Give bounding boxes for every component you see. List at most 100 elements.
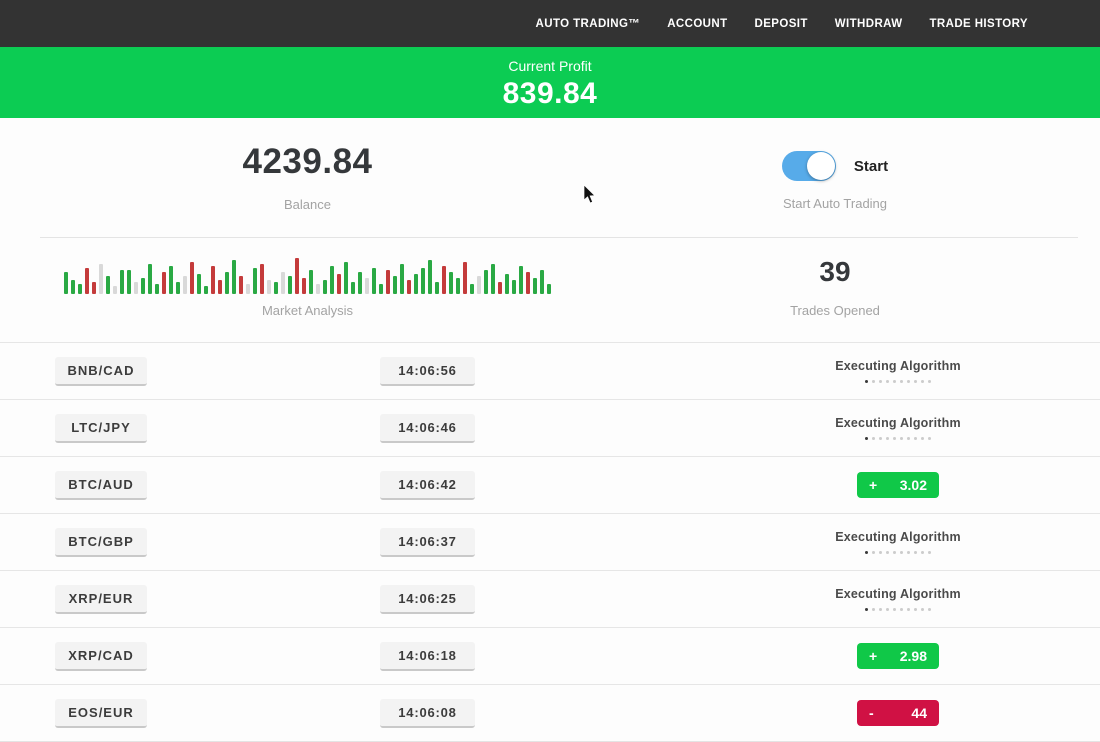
trades-opened-block: 39 Trades Opened: [700, 238, 970, 318]
chart-bar: [358, 272, 362, 294]
chart-bar: [78, 284, 82, 294]
progress-dot: [886, 380, 889, 383]
progress-dot: [900, 380, 903, 383]
chart-bar: [134, 282, 138, 294]
chart-bar: [456, 278, 460, 294]
progress-dot: [914, 380, 917, 383]
market-analysis-label: Market Analysis: [55, 303, 560, 318]
progress-dot: [921, 380, 924, 383]
chart-bar: [204, 286, 208, 294]
chart-bar: [470, 284, 474, 294]
status-cell: +3.02: [818, 457, 978, 513]
chart-bar: [442, 266, 446, 294]
chart-bar: [295, 258, 299, 294]
auto-trading-toggle[interactable]: [782, 151, 836, 181]
balance-block: 4239.84 Balance: [55, 118, 560, 212]
progress-dot: [893, 437, 896, 440]
result-value: 2.98: [900, 648, 927, 664]
progress-dot: [865, 380, 868, 383]
progress-dot: [914, 551, 917, 554]
chart-bar: [540, 270, 544, 294]
progress-dot: [865, 551, 868, 554]
progress-dot: [872, 551, 875, 554]
chart-bar: [302, 278, 306, 294]
chart-bar: [414, 274, 418, 294]
executing-algorithm-text: Executing Algorithm: [835, 416, 961, 430]
chart-bar: [477, 276, 481, 294]
pair-badge: BTC/AUD: [55, 471, 147, 500]
executing-algorithm-text: Executing Algorithm: [835, 530, 961, 544]
chart-bar: [92, 282, 96, 294]
time-badge: 14:06:46: [380, 414, 475, 443]
progress-dot: [879, 437, 882, 440]
progress-dot: [893, 608, 896, 611]
progress-dot: [872, 380, 875, 383]
executing-algorithm-text: Executing Algorithm: [835, 359, 961, 373]
time-badge: 14:06:18: [380, 642, 475, 671]
chart-bar: [211, 266, 215, 294]
progress-dot: [865, 608, 868, 611]
nav-item-auto-trading[interactable]: AUTO TRADING™: [536, 18, 641, 30]
auto-trading-block: Start Start Auto Trading: [700, 118, 970, 211]
table-row: XRP/CAD14:06:18+2.98: [0, 627, 1100, 684]
progress-dots: [865, 551, 931, 554]
chart-bar: [190, 262, 194, 294]
result-badge-profit: +2.98: [857, 643, 939, 669]
result-sign: +: [869, 477, 877, 493]
time-badge: 14:06:08: [380, 699, 475, 728]
progress-dot: [914, 608, 917, 611]
progress-dot: [921, 608, 924, 611]
chart-bar: [372, 268, 376, 294]
chart-bar: [407, 280, 411, 294]
status-cell: Executing Algorithm: [818, 571, 978, 627]
nav-item-withdraw[interactable]: WITHDRAW: [835, 18, 903, 30]
progress-dot: [928, 551, 931, 554]
executing-algorithm-text: Executing Algorithm: [835, 587, 961, 601]
nav-item-account[interactable]: ACCOUNT: [667, 18, 727, 30]
pair-badge: BTC/GBP: [55, 528, 147, 557]
chart-bar: [176, 282, 180, 294]
chart-bar: [183, 276, 187, 294]
chart-bar: [533, 278, 537, 294]
trades-table: BNB/CAD14:06:56Executing AlgorithmLTC/JP…: [0, 342, 1100, 742]
progress-dot: [879, 380, 882, 383]
chart-bar: [260, 264, 264, 294]
result-sign: -: [869, 705, 874, 721]
balance-value: 4239.84: [55, 118, 560, 182]
chart-bar: [267, 280, 271, 294]
current-profit-label: Current Profit: [0, 58, 1100, 74]
chart-bar: [323, 280, 327, 294]
result-value: 44: [911, 705, 927, 721]
chart-bar: [71, 280, 75, 294]
current-profit-banner: Current Profit 839.84: [0, 47, 1100, 118]
current-profit-value: 839.84: [0, 77, 1100, 111]
stats-row-balance: 4239.84 Balance Start Start Auto Trading: [0, 118, 1100, 237]
pair-badge: LTC/JPY: [55, 414, 147, 443]
chart-bar: [351, 282, 355, 294]
chart-bar: [330, 266, 334, 294]
chart-bar: [309, 270, 313, 294]
progress-dot: [928, 380, 931, 383]
progress-dot: [879, 551, 882, 554]
progress-dot: [907, 380, 910, 383]
chart-bar: [498, 282, 502, 294]
chart-bar: [127, 270, 131, 294]
trades-opened-label: Trades Opened: [700, 303, 970, 318]
result-badge-loss: - 44: [857, 700, 939, 726]
chart-bar: [64, 272, 68, 294]
auto-trading-label: Start Auto Trading: [700, 196, 970, 211]
chart-bar: [288, 276, 292, 294]
nav-item-trade-history[interactable]: TRADE HISTORY: [930, 18, 1029, 30]
pair-badge: XRP/EUR: [55, 585, 147, 614]
progress-dot: [900, 437, 903, 440]
progress-dot: [900, 608, 903, 611]
progress-dot: [900, 551, 903, 554]
nav-item-deposit[interactable]: DEPOSIT: [755, 18, 808, 30]
status-cell: - 44: [818, 685, 978, 741]
chart-bar: [246, 284, 250, 294]
chart-bar: [316, 284, 320, 294]
result-badge-profit: +3.02: [857, 472, 939, 498]
result-sign: +: [869, 648, 877, 664]
chart-bar: [120, 270, 124, 294]
chart-bar: [337, 274, 341, 294]
